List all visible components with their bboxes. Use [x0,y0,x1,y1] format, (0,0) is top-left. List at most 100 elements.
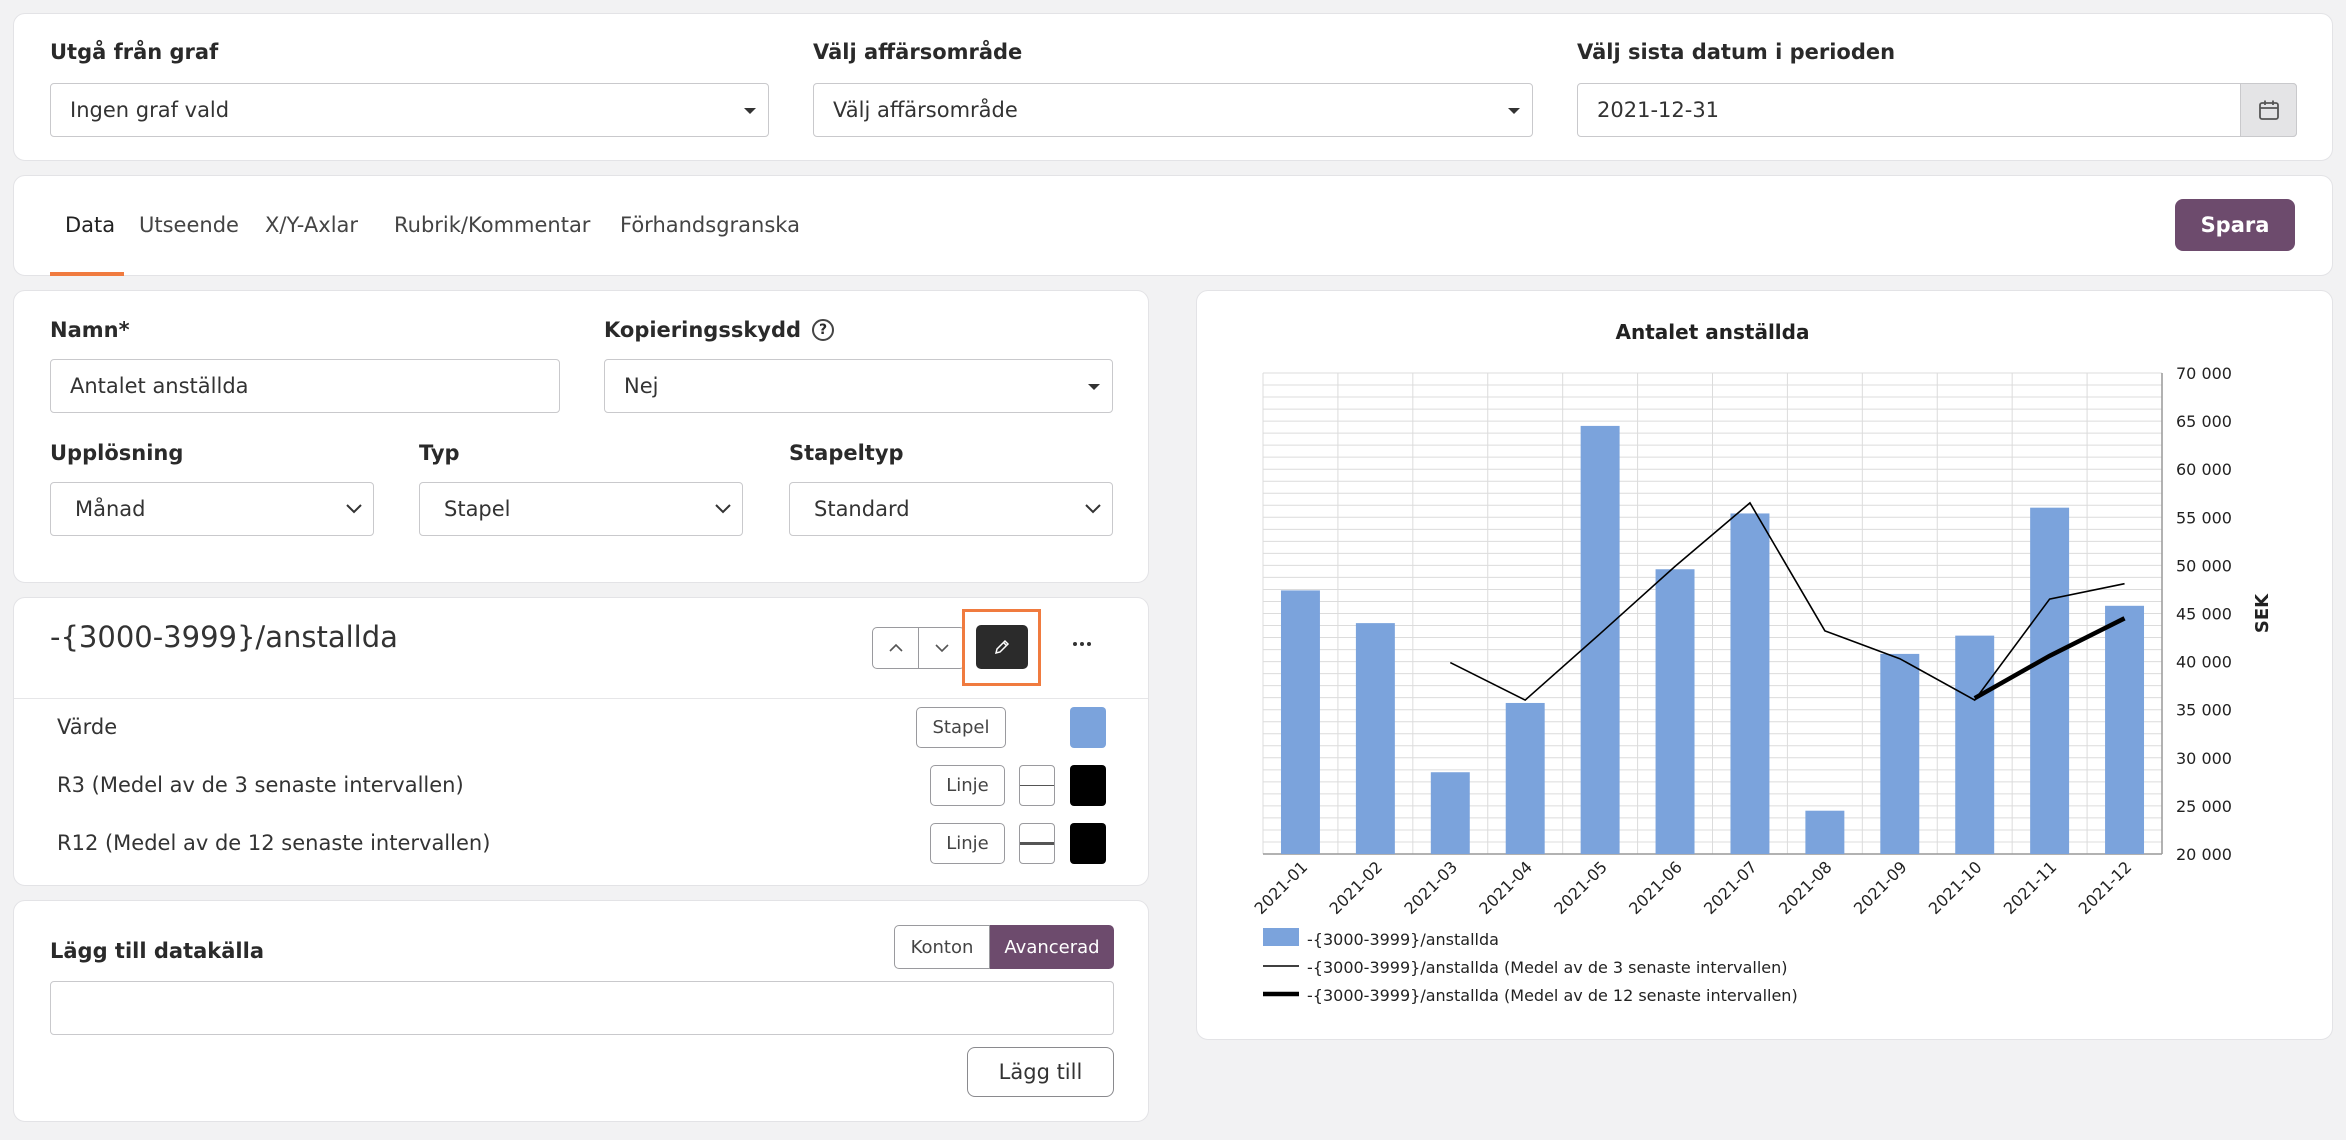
move-down-button[interactable] [918,627,965,669]
graph-select-value: Ingen graf vald [70,98,230,122]
business-area-select[interactable]: Välj affärsområde [813,83,1533,137]
legend-label: -{3000-3999}/anstallda (Medel av de 3 se… [1307,958,1788,977]
move-up-button[interactable] [872,627,919,669]
save-button[interactable]: Spara [2175,199,2295,251]
tabs-card [13,175,2333,276]
x-tick-label: 2021-12 [2075,857,2136,918]
series-type-button[interactable]: Stapel [916,707,1006,748]
y-tick-label: 25 000 [2176,797,2232,816]
x-tick-label: 2021-01 [1251,857,1312,918]
x-tick-label: 2021-06 [1625,857,1686,918]
last-date-label: Välj sista datum i perioden [1577,40,1896,64]
settings-card: Namn* Antalet anställda Kopieringsskydd … [13,290,1149,583]
x-tick-label: 2021-04 [1475,857,1536,918]
color-swatch[interactable] [1070,823,1106,864]
x-tick-label: 2021-10 [1925,857,1986,918]
series-row-label: Värde [57,715,118,739]
x-tick-label: 2021-08 [1775,857,1836,918]
line-style-thin[interactable] [1019,765,1055,806]
business-area-select-label: Välj affärsområde [813,40,1023,64]
calendar-icon [2258,100,2279,120]
caret-down-icon [1508,108,1520,114]
active-tab-underline [50,272,124,276]
color-swatch[interactable] [1070,707,1106,748]
name-value: Antalet anställda [70,374,249,398]
chevron-down-icon [1085,504,1101,514]
copy-protection-select[interactable]: Nej [604,359,1113,413]
y-tick-label: 70 000 [2176,364,2232,383]
chart-bar [1805,810,1845,854]
toggle-accounts[interactable]: Konton [894,925,990,969]
chart-bar [1355,623,1395,854]
type-label: Typ [419,441,460,465]
tab-data[interactable]: Data [65,213,115,237]
chart-bar [1430,772,1470,854]
series-card: -{3000-3999}/anstallda Värde Stapel R3 (… [13,597,1149,886]
chart: Antalet anställda 20 000 25 000 30 000 35 00… [1251,320,2273,1005]
chevron-down-icon [934,644,949,653]
bar-type-label: Stapeltyp [789,441,904,465]
copy-protection-value: Nej [624,374,659,398]
tab-appearance[interactable]: Utseende [139,213,239,237]
y-tick-label: 40 000 [2176,653,2232,672]
y-tick-label: 30 000 [2176,749,2232,768]
x-tick-label: 2021-03 [1400,857,1461,918]
graph-select[interactable]: Ingen graf vald [50,83,769,137]
chart-bar [1280,590,1320,854]
legend-label: -{3000-3999}/anstallda (Medel av de 12 s… [1307,986,1798,1005]
series-type-button[interactable]: Linje [930,823,1005,864]
y-tick-label: 60 000 [2176,460,2232,479]
chart-title: Antalet anställda [1616,320,1810,344]
copy-protection-label: Kopieringsskydd ? [604,318,835,342]
tab-axes[interactable]: X/Y-Axlar [265,213,358,237]
x-tick-label: 2021-05 [1550,857,1611,918]
toggle-advanced[interactable]: Avancerad [990,925,1114,969]
chart-bar [1955,635,1995,854]
add-button[interactable]: Lägg till [967,1047,1114,1097]
chart-bar [1655,569,1695,854]
y-tick-label: 55 000 [2176,508,2232,527]
help-icon[interactable]: ? [812,319,835,341]
y-tick-label: 20 000 [2176,845,2232,864]
name-input[interactable]: Antalet anställda [50,359,560,413]
tab-heading-comment[interactable]: Rubrik/Kommentar [394,213,590,237]
chevron-up-icon [888,643,903,652]
y-tick-label: 45 000 [2176,605,2232,624]
calendar-button[interactable] [2240,83,2297,137]
y-tick-label: 35 000 [2176,701,2232,720]
name-label: Namn* [50,318,130,342]
line-style-thick[interactable] [1019,823,1055,864]
resolution-select[interactable]: Månad [50,482,374,536]
business-area-select-value: Välj affärsområde [833,98,1018,122]
chevron-down-icon [346,504,362,514]
bar-type-select[interactable]: Standard [789,482,1113,536]
chart-bar [1580,425,1620,854]
x-tick-label: 2021-02 [1325,857,1386,918]
bar-type-value: Standard [814,497,910,521]
x-tick-label: 2021-07 [1700,857,1761,918]
edit-button[interactable] [976,625,1028,669]
divider [14,698,1148,699]
last-date-input[interactable]: 2021-12-31 [1577,83,2297,137]
series-row-label: R12 (Medel av de 12 senaste intervallen) [57,831,491,855]
series-row-label: R3 (Medel av de 3 senaste intervallen) [57,773,464,797]
caret-down-icon [1088,384,1100,390]
series-type-button[interactable]: Linje [930,765,1005,806]
type-select[interactable]: Stapel [419,482,743,536]
advanced-source-input[interactable] [50,981,1114,1035]
chart-bar [2105,605,2145,854]
x-tick-label: 2021-11 [2000,857,2061,918]
y-tick-label: 50 000 [2176,556,2232,575]
color-swatch[interactable] [1070,765,1106,806]
add-source-label: Lägg till datakälla [50,939,264,963]
chart-bar [2030,507,2070,854]
series-title: -{3000-3999}/anstallda [50,620,398,654]
tab-preview[interactable]: Förhandsgranska [620,213,800,237]
chart-bar [1505,702,1545,854]
filter-card: Utgå från graf Ingen graf vald Välj affä… [13,13,2333,161]
more-options-icon[interactable] [1062,622,1102,666]
chart-card: Antalet anställda 20 000 25 000 30 000 35 00… [1196,290,2333,1040]
add-source-card: Lägg till datakälla Konton Avancerad Läg… [13,900,1149,1122]
legend-label: -{3000-3999}/anstallda [1307,930,1499,949]
resolution-label: Upplösning [50,441,184,465]
